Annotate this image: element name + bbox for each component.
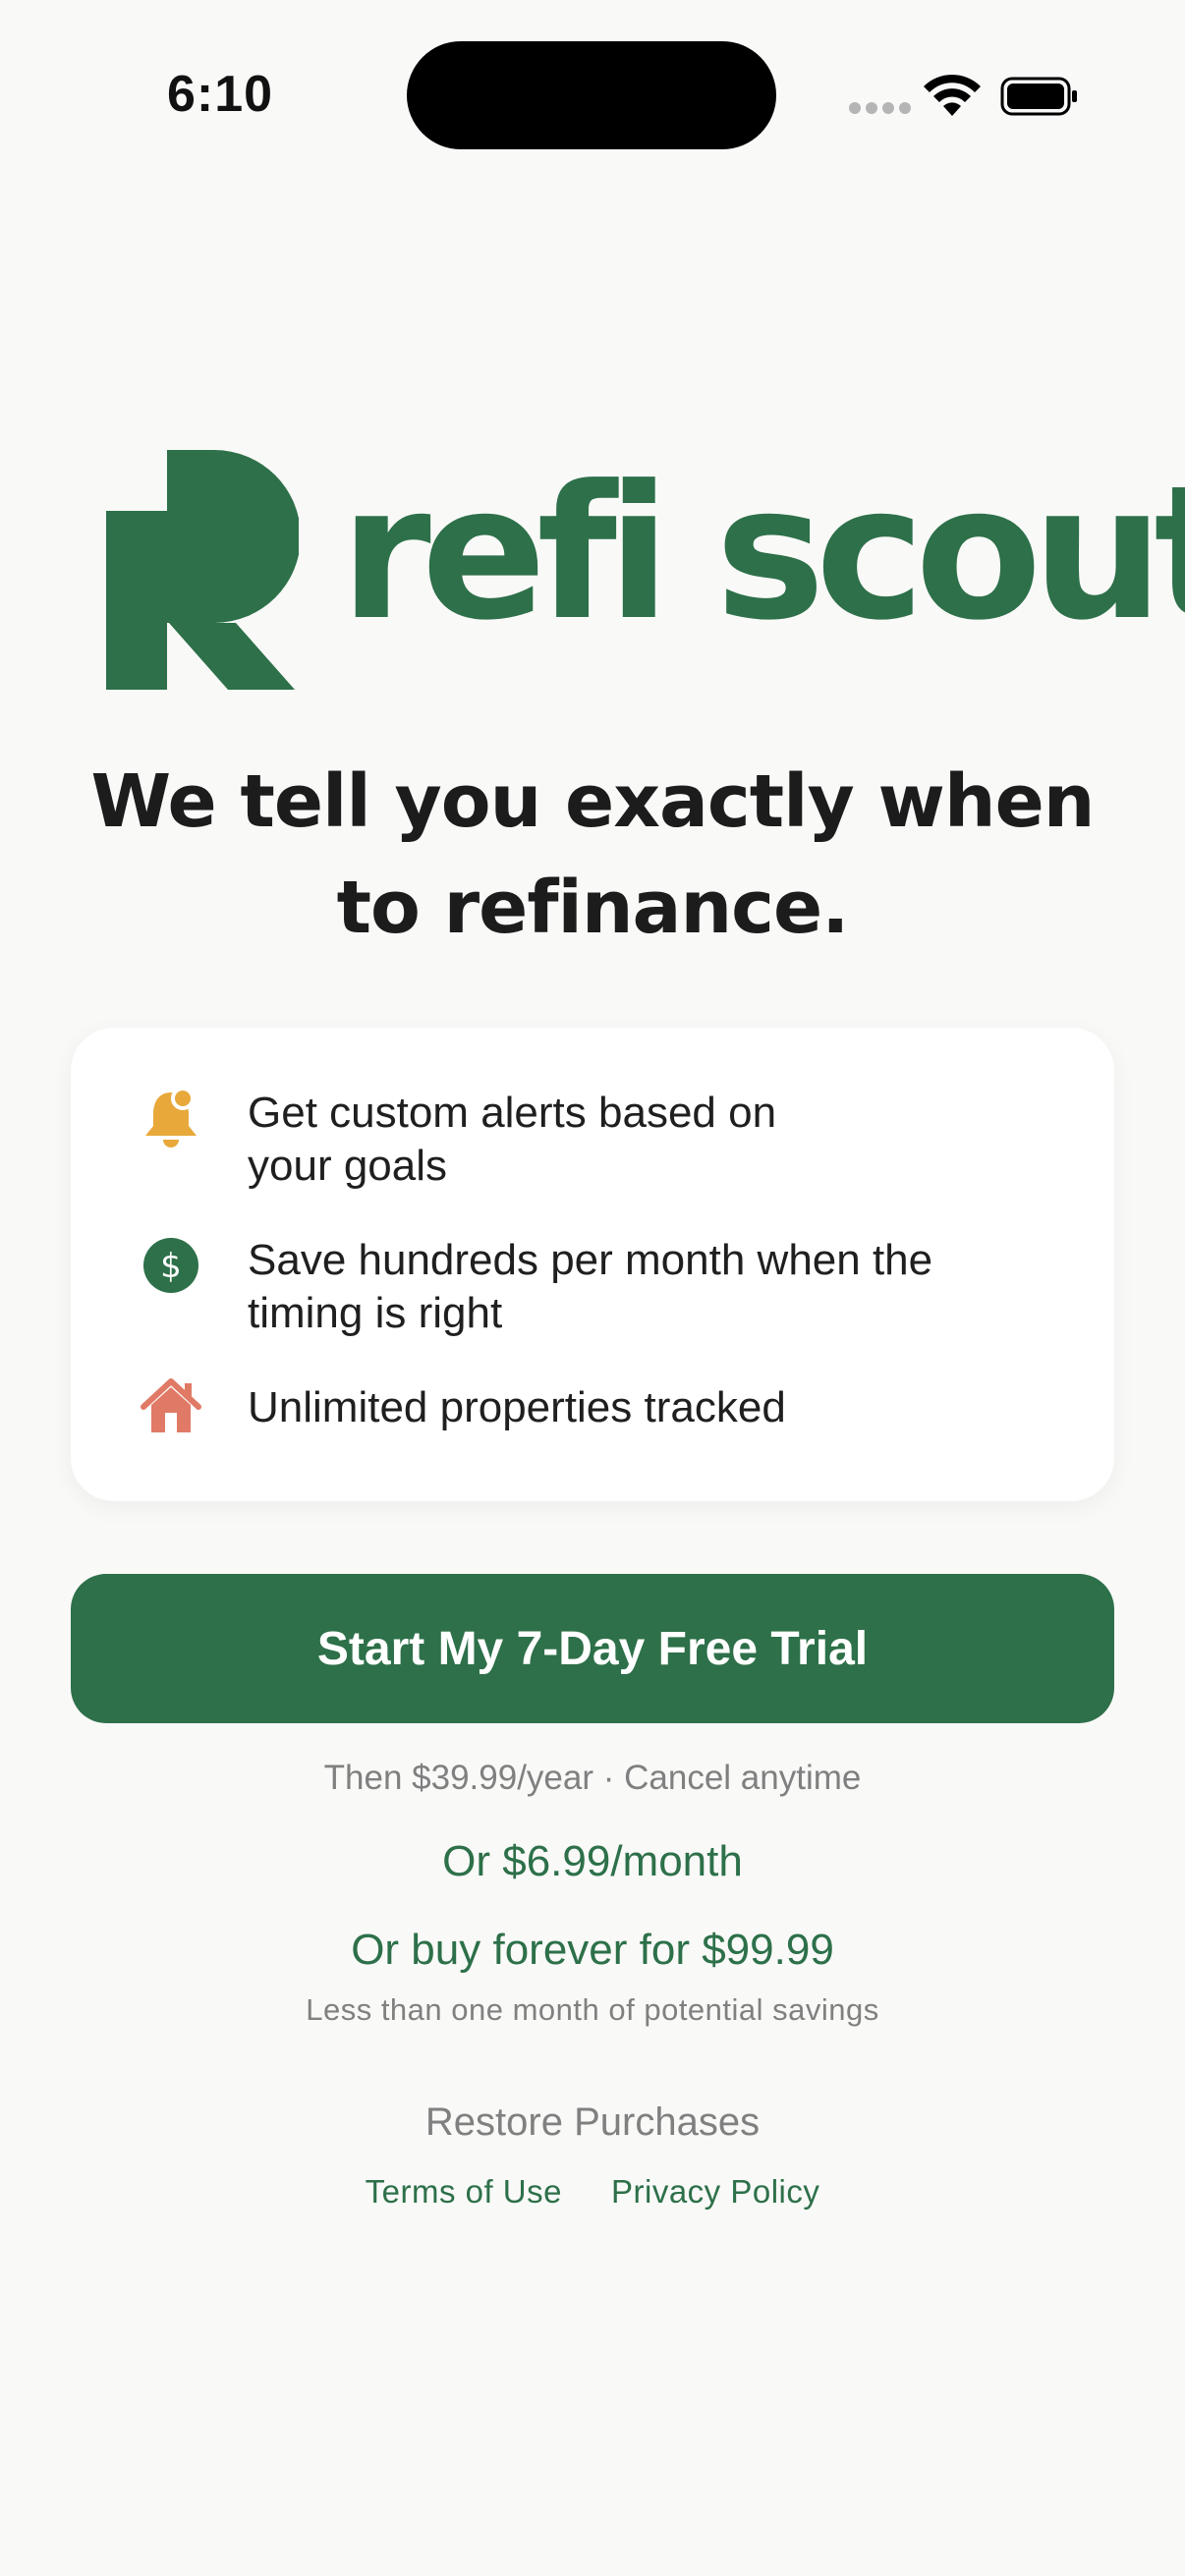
wifi-icon	[924, 74, 981, 116]
battery-icon	[1000, 77, 1077, 116]
lifetime-plan-link[interactable]: Or buy forever for $99.99	[0, 1926, 1185, 1975]
headline: We tell you exactly when to refinance.	[59, 749, 1126, 961]
dynamic-island	[407, 41, 776, 149]
r-monogram-logo	[106, 450, 299, 690]
feature-properties-line-1: Unlimited properties tracked	[248, 1383, 786, 1431]
headline-line-1: We tell you exactly when	[90, 759, 1096, 844]
house-icon	[141, 1378, 201, 1432]
terms-of-use-link[interactable]: Terms of Use	[366, 2173, 562, 2211]
features-card: Get custom alerts based on your goals $ …	[71, 1028, 1114, 1501]
cellular-signal-icon	[849, 102, 911, 114]
svg-text:$: $	[160, 1247, 182, 1286]
feature-alerts-line-2: your goals	[248, 1142, 448, 1190]
legal-links: Terms of Use Privacy Policy	[0, 2173, 1185, 2211]
restore-purchases-link[interactable]: Restore Purchases	[0, 2100, 1185, 2145]
paywall-screen: 6:10 refi scout We tell you exactly when…	[0, 0, 1185, 2576]
annual-pricing-note: Then $39.99/year · Cancel anytime	[323, 1759, 862, 1797]
status-time: 6:10	[167, 66, 274, 123]
feature-savings-line-1: Save hundreds per month when the	[248, 1236, 933, 1284]
feature-savings-line-2: timing is right	[248, 1289, 503, 1337]
lifetime-savings-note: Less than one month of potential savings	[306, 1992, 879, 2027]
bell-icon	[145, 1087, 197, 1148]
dollar-icon: $	[143, 1238, 198, 1293]
brand-wordmark: refi scout	[340, 446, 1185, 661]
feature-alerts-line-1: Get custom alerts based on	[248, 1089, 777, 1137]
headline-line-2: to refinance.	[336, 866, 850, 950]
monthly-plan-link[interactable]: Or $6.99/month	[0, 1837, 1185, 1886]
privacy-policy-link[interactable]: Privacy Policy	[611, 2173, 819, 2211]
start-free-trial-button[interactable]: Start My 7-Day Free Trial	[71, 1574, 1114, 1723]
